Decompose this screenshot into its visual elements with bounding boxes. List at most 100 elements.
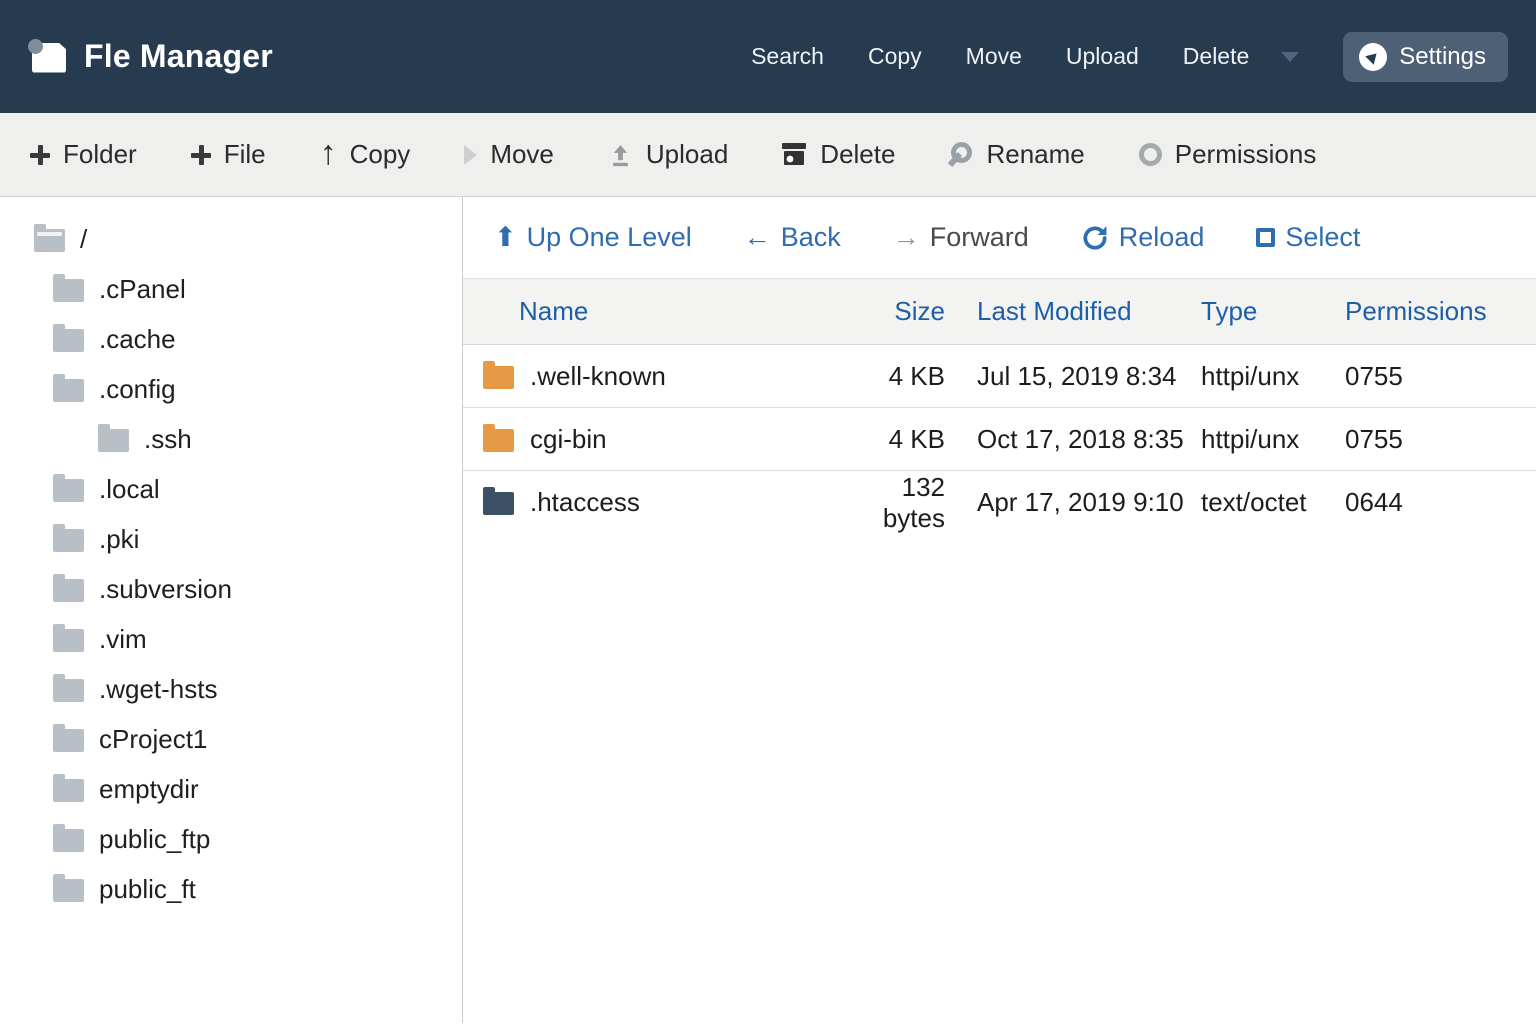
- sidebar-folder-pki[interactable]: .pki: [0, 514, 462, 564]
- toolbar-file-button[interactable]: File: [191, 139, 266, 170]
- folder-icon: [53, 779, 84, 802]
- sidebar-folder-local[interactable]: .local: [0, 464, 462, 514]
- file-name: cgi-bin: [530, 424, 607, 455]
- settings-arrow-icon: [1359, 43, 1387, 71]
- sidebar-folder-public-ftp[interactable]: public_ftp: [0, 814, 462, 864]
- tree-item-label: cProject1: [99, 724, 207, 755]
- toolbar-folder-button[interactable]: Folder: [30, 139, 137, 170]
- toolbar-upload-button[interactable]: Upload: [608, 139, 728, 170]
- tree-item-label: .subversion: [99, 574, 232, 605]
- cell-name: .htaccess: [463, 487, 859, 518]
- table-row-well-known[interactable]: .well-known 4 KB Jul 15, 2019 8:34httpi/un…: [463, 345, 1536, 408]
- plus-icon: [191, 145, 211, 165]
- cell-permissions: 0644: [1345, 487, 1536, 518]
- cell-size: 4 KB: [859, 424, 945, 455]
- toolbar-item-label: Permissions: [1175, 139, 1317, 170]
- cell-last-modified: Apr 17, 2019 9:10: [977, 487, 1201, 518]
- nav-item-label: Reload: [1119, 222, 1205, 253]
- nav-item-label: Forward: [930, 222, 1029, 253]
- toolbar-item-label: Delete: [820, 139, 895, 170]
- app-title: Fle Manager: [84, 38, 273, 75]
- arrow-right-icon: →: [893, 224, 920, 251]
- folder-icon: [53, 279, 84, 302]
- sidebar-folder-emptydir[interactable]: emptydir: [0, 764, 462, 814]
- tree-item-label: /: [80, 224, 87, 255]
- app-header: Fle Manager Search Copy Move Upload Delete S…: [0, 0, 1536, 113]
- cell-last-modified: Jul 15, 2019 8:34: [977, 361, 1201, 392]
- tree-item-label: .cache: [99, 324, 176, 355]
- settings-label: Settings: [1399, 43, 1486, 71]
- up-one-level-icon: ⬆: [494, 224, 517, 251]
- sidebar-folder-vim[interactable]: .vim: [0, 614, 462, 664]
- sidebar-folder-[interactable]: /: [0, 214, 462, 264]
- toolbar: Folder File ↑ Copy Move Upload Delete Rename Per…: [0, 113, 1536, 197]
- nav-item-label: Select: [1285, 222, 1360, 253]
- top-nav-search[interactable]: Search: [751, 43, 824, 70]
- upload-icon: [608, 142, 633, 168]
- cell-name: cgi-bin: [463, 424, 859, 455]
- tree-item-label: .config: [99, 374, 176, 405]
- cell-permissions: 0755: [1345, 424, 1536, 455]
- cell-type: httpi/unx: [1201, 361, 1345, 392]
- folder-open-icon: [34, 229, 65, 252]
- column-header-type[interactable]: Type: [1201, 296, 1345, 327]
- top-nav-delete[interactable]: Delete: [1183, 43, 1249, 70]
- toolbar-copy-button[interactable]: ↑ Copy: [320, 138, 411, 172]
- nav-forward-button[interactable]: → Forward: [893, 222, 1029, 253]
- sidebar-folder-cproject1[interactable]: cProject1: [0, 714, 462, 764]
- toolbar-move-button[interactable]: Move: [464, 139, 554, 170]
- cell-size: 4 KB: [859, 361, 945, 392]
- cell-name: .well-known: [463, 361, 859, 392]
- top-nav-move[interactable]: Move: [966, 43, 1022, 70]
- toolbar-item-label: File: [224, 139, 266, 170]
- folder-icon: [98, 429, 129, 452]
- cell-size: 132 bytes: [859, 472, 945, 534]
- file-name: .htaccess: [530, 487, 640, 518]
- top-nav-upload[interactable]: Upload: [1066, 43, 1139, 70]
- sidebar-folder-public-ft[interactable]: public_ft: [0, 864, 462, 914]
- sidebar-folder-wget-hsts[interactable]: .wget-hsts: [0, 664, 462, 714]
- nav-up-one-level-button[interactable]: ⬆Up One Level: [494, 222, 692, 253]
- sidebar-folder-cache[interactable]: .cache: [0, 314, 462, 364]
- chevron-right-icon: [464, 145, 477, 165]
- file-navigation-bar: ⬆Up One Level ←Back → Forward Reload Select: [463, 197, 1536, 278]
- nav-item-label: Back: [781, 222, 841, 253]
- brand: Fle Manager: [28, 38, 273, 75]
- column-header-size[interactable]: Size: [859, 296, 945, 327]
- folder-icon: [53, 379, 84, 402]
- toolbar-rename-button[interactable]: Rename: [949, 139, 1084, 170]
- nav-back-button[interactable]: ←Back: [744, 222, 841, 253]
- sidebar-folder-cpanel[interactable]: .cPanel: [0, 264, 462, 314]
- top-nav-copy[interactable]: Copy: [868, 43, 922, 70]
- file-name: .well-known: [530, 361, 666, 392]
- table-row-cgi-bin[interactable]: cgi-bin4 KBOct 17, 2018 8:35httpi/unx075…: [463, 408, 1536, 471]
- column-header-permissions[interactable]: Permissions: [1345, 296, 1536, 327]
- arrow-up-dark-icon: ↑: [320, 136, 337, 170]
- settings-button[interactable]: Settings: [1343, 32, 1508, 82]
- folder-icon: [483, 366, 514, 389]
- toolbar-item-label: Copy: [350, 139, 411, 170]
- reload-icon: [1081, 224, 1109, 252]
- tree-item-label: .wget-hsts: [99, 674, 218, 705]
- sidebar-folder-config[interactable]: .config: [0, 364, 462, 414]
- table-header: Name Size Last Modified Type Permissions: [463, 278, 1536, 345]
- toolbar-delete-button[interactable]: Delete: [782, 139, 895, 170]
- folder-icon: [53, 679, 84, 702]
- folder-icon: [53, 329, 84, 352]
- chevron-down-icon[interactable]: [1281, 52, 1299, 62]
- sidebar-folder-tree: / .cPanel .cache .config .ssh .local .pki .subv…: [0, 197, 463, 1023]
- column-header-last-modified[interactable]: Last Modified: [977, 296, 1201, 327]
- trash-icon: [782, 143, 807, 166]
- file-icon: [483, 492, 514, 515]
- nav-select-button[interactable]: Select: [1256, 222, 1360, 253]
- tree-item-label: .local: [99, 474, 160, 505]
- sidebar-folder-subversion[interactable]: .subversion: [0, 564, 462, 614]
- column-header-name[interactable]: Name: [463, 296, 859, 327]
- toolbar-permissions-button[interactable]: Permissions: [1139, 139, 1317, 170]
- checkbox-icon: [1256, 228, 1275, 247]
- tree-item-label: .vim: [99, 624, 147, 655]
- nav-reload-button[interactable]: Reload: [1081, 222, 1205, 253]
- sidebar-folder-ssh[interactable]: .ssh: [0, 414, 462, 464]
- table-row-htaccess[interactable]: .htaccess132 bytesApr 17, 2019 9:10text/…: [463, 471, 1536, 534]
- folder-icon: [53, 479, 84, 502]
